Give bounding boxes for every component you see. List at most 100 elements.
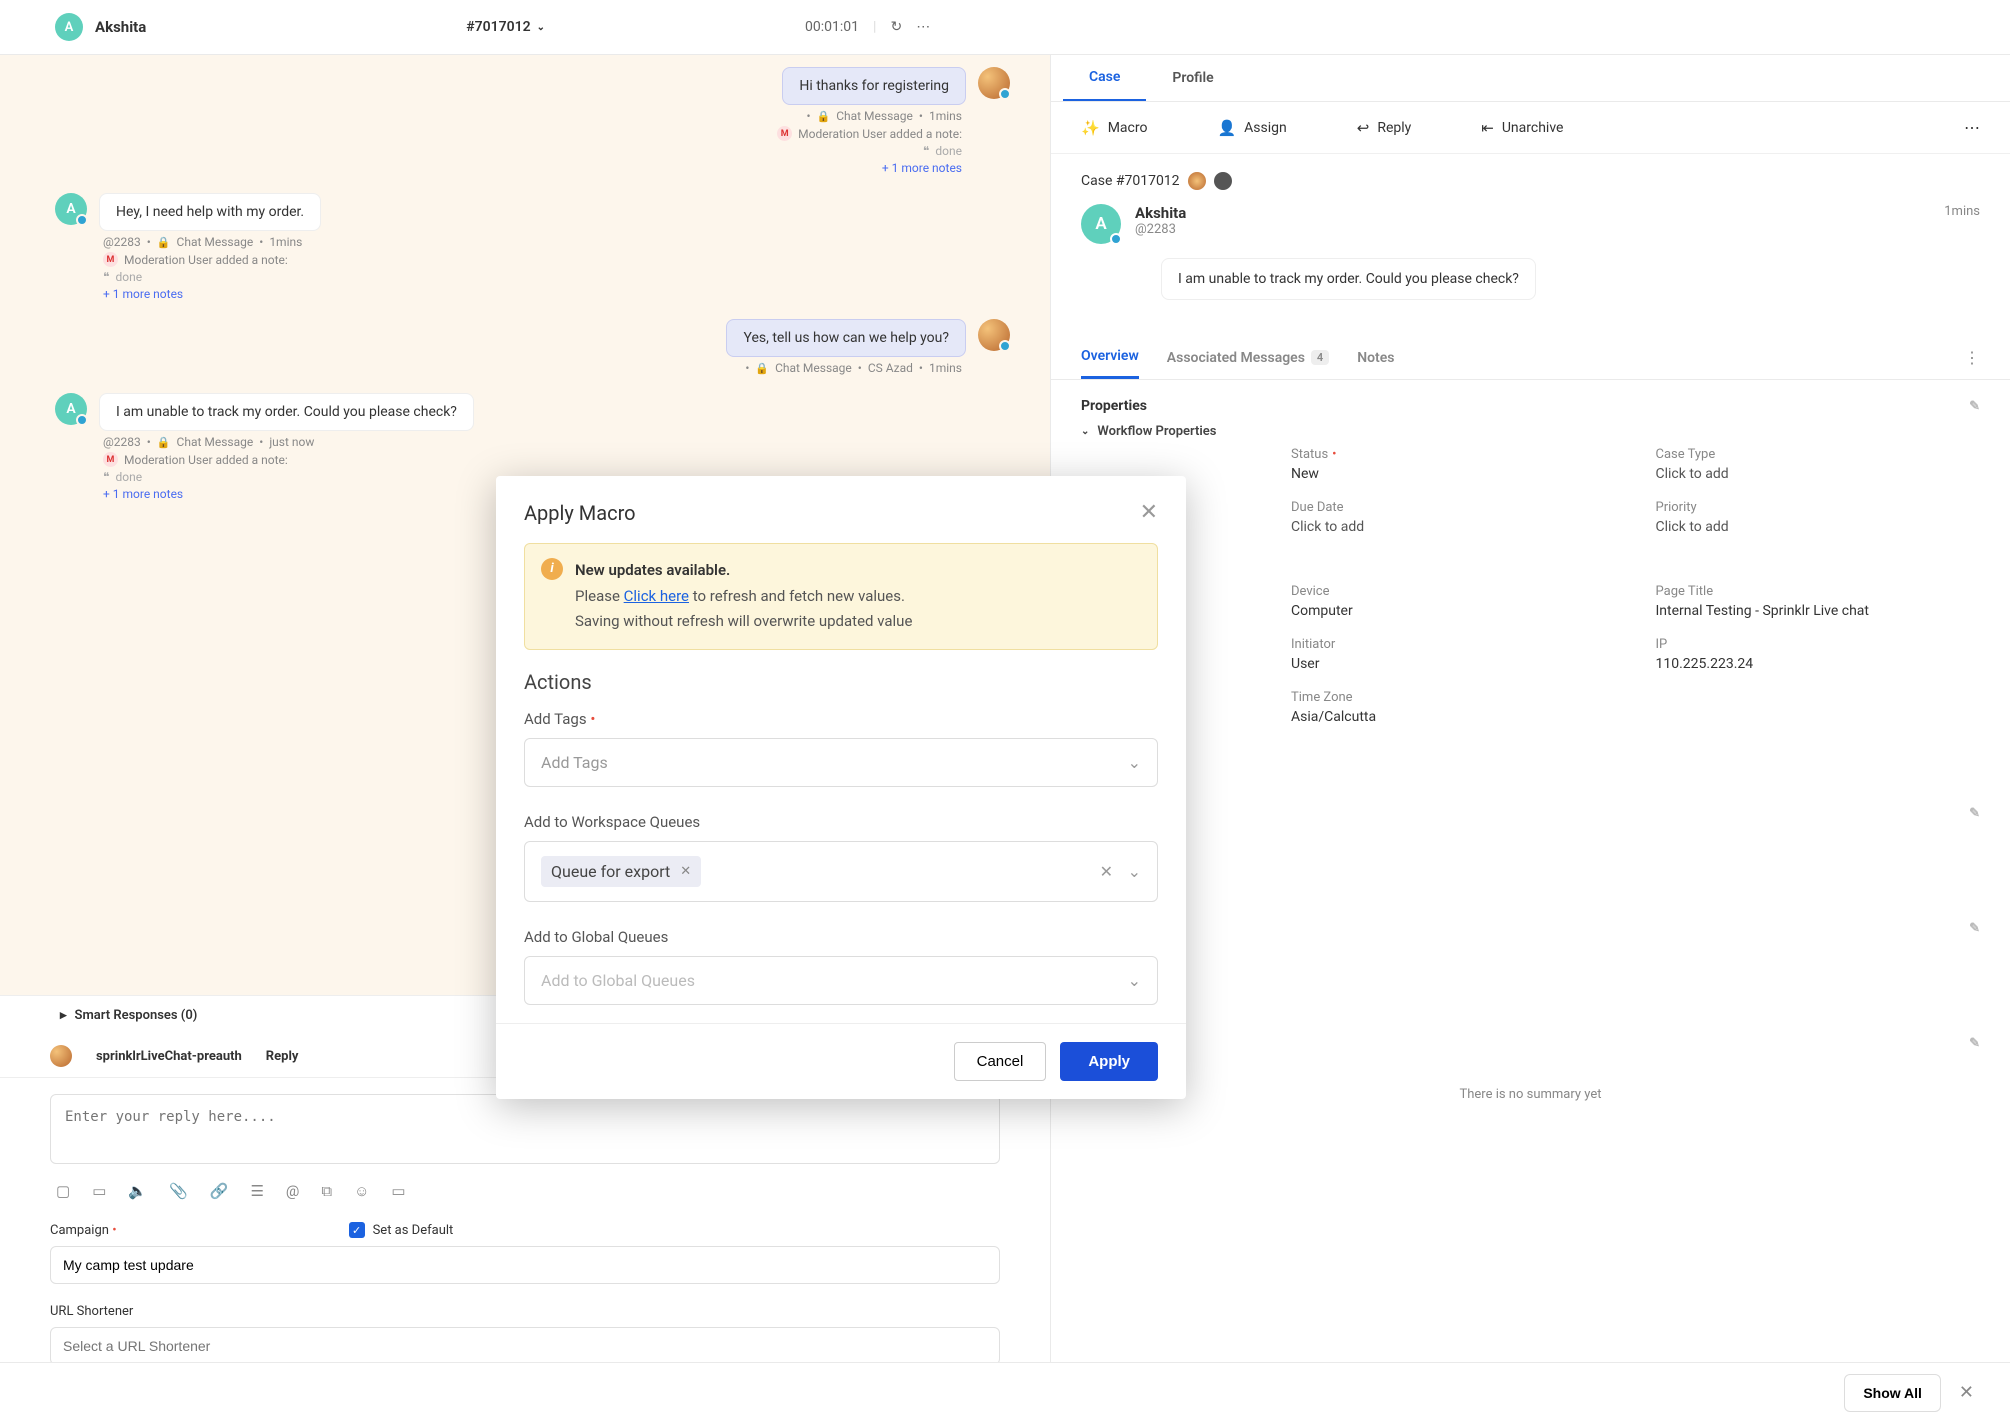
case-number-dropdown[interactable]: #7017012 ⌄ — [466, 19, 545, 35]
meta-type: Chat Message — [177, 235, 254, 249]
initiator-label: Initiator — [1291, 637, 1616, 652]
user-name-label: Akshita — [95, 18, 146, 36]
workspace-queues-select[interactable]: Queue for export ✕ ✕ ⌄ — [524, 841, 1158, 902]
no-summary-text: There is no summary yet — [1051, 1079, 2010, 1110]
user-avatar[interactable]: A — [55, 13, 83, 41]
status-value[interactable]: New — [1291, 466, 1616, 482]
unarchive-icon: ⇤ — [1481, 119, 1494, 137]
case-number-text: #7017012 — [466, 19, 530, 35]
add-tags-select[interactable]: Add Tags ⌄ — [524, 738, 1158, 787]
meta-type: Chat Message — [775, 361, 852, 375]
edit-icon[interactable]: ✎ — [1969, 806, 1980, 821]
more-icon[interactable]: ⋯ — [916, 19, 930, 35]
unarchive-button[interactable]: ⇤Unarchive — [1481, 119, 1563, 137]
set-default-checkbox[interactable]: ✓ — [349, 1222, 365, 1238]
lock-icon: 🔒 — [755, 362, 769, 375]
device-label: Device — [1291, 584, 1616, 599]
audio-icon[interactable]: 🔈 — [128, 1182, 147, 1200]
casetype-label: Case Type — [1656, 447, 1981, 462]
bullet: • — [259, 435, 263, 449]
assign-button[interactable]: 👤Assign — [1217, 119, 1286, 137]
chevron-down-icon: ⌄ — [1128, 862, 1141, 881]
customer-avatar[interactable]: A — [55, 393, 87, 425]
customer-name: Akshita — [1135, 204, 1186, 222]
info-icon: i — [541, 558, 563, 580]
emoji-icon[interactable]: ☺ — [354, 1182, 369, 1200]
meta-type: Chat Message — [177, 435, 254, 449]
refresh-link[interactable]: Click here — [624, 587, 689, 605]
reply-tab[interactable]: Reply — [266, 1049, 299, 1064]
meta-time: just now — [269, 435, 314, 449]
quote-icon: ❝ — [923, 144, 929, 158]
form-icon[interactable]: ☰ — [250, 1182, 263, 1200]
canned-icon[interactable]: ▭ — [391, 1182, 405, 1200]
chip-remove-icon[interactable]: ✕ — [680, 864, 691, 879]
participant-avatar[interactable] — [1188, 172, 1206, 190]
tab-notes[interactable]: Notes — [1357, 338, 1394, 378]
edit-icon[interactable]: ✎ — [1969, 921, 1980, 936]
edit-icon[interactable]: ✎ — [1969, 399, 1980, 414]
more-actions-icon[interactable]: ⋯ — [1964, 118, 1980, 137]
custom-properties-toggle[interactable]: om Properties — [1081, 561, 1980, 576]
customer-avatar[interactable]: A — [55, 193, 87, 225]
close-icon[interactable]: ✕ — [1959, 1382, 1974, 1403]
more-notes-link[interactable]: + 1 more notes — [103, 487, 183, 501]
reply-input[interactable] — [50, 1094, 1000, 1164]
bullet: • — [858, 361, 862, 375]
tab-overview[interactable]: Overview — [1081, 336, 1139, 379]
duedate-value[interactable]: Click to add — [1291, 519, 1616, 535]
bullet: • — [919, 361, 923, 375]
pagetitle-label: Page Title — [1656, 584, 1981, 599]
tab-associated-messages[interactable]: Associated Messages 4 — [1167, 338, 1329, 378]
video-icon[interactable]: ▭ — [92, 1182, 106, 1200]
tabs-more-icon[interactable]: ⋮ — [1964, 336, 1980, 379]
chevron-down-icon: ⌄ — [1128, 753, 1141, 772]
meta-type: Chat Message — [836, 109, 913, 123]
global-queues-select[interactable]: Add to Global Queues ⌄ — [524, 956, 1158, 1005]
tab-case[interactable]: Case — [1063, 55, 1146, 101]
agent-avatar[interactable] — [978, 319, 1010, 351]
refresh-icon[interactable]: ↻ — [890, 19, 902, 35]
campaign-input[interactable] — [50, 1246, 1000, 1284]
pagetitle-value: Internal Testing - Sprinklr Live chat — [1656, 603, 1981, 619]
apply-button[interactable]: Apply — [1060, 1042, 1158, 1081]
required-star-icon: • — [112, 1223, 116, 1238]
more-notes-link[interactable]: + 1 more notes — [882, 161, 962, 175]
update-alert: i New updates available. Please Click he… — [524, 543, 1158, 650]
participant-avatar[interactable] — [1214, 172, 1232, 190]
close-icon[interactable]: ✕ — [1140, 500, 1158, 525]
priority-value[interactable]: Click to add — [1656, 519, 1981, 535]
url-shortener-select[interactable] — [50, 1327, 1000, 1365]
lock-icon: 🔒 — [157, 236, 171, 249]
attachment-icon[interactable]: 📎 — [169, 1182, 188, 1200]
casetype-value[interactable]: Click to add — [1656, 466, 1981, 482]
image-icon[interactable]: ▢ — [56, 1182, 70, 1200]
reply-button[interactable]: ↩Reply — [1357, 119, 1412, 137]
workspace-queues-label: Add to Workspace Queues — [524, 813, 1158, 831]
customer-avatar-large[interactable]: A — [1081, 204, 1121, 244]
clear-icon[interactable]: ✕ — [1100, 862, 1113, 881]
actions-heading: Actions — [524, 670, 1158, 694]
cancel-button[interactable]: Cancel — [954, 1042, 1047, 1081]
macro-button[interactable]: ✨Macro — [1081, 119, 1147, 137]
edit-icon[interactable]: ✎ — [1969, 1036, 1980, 1051]
meta-handle: @2283 — [103, 435, 141, 449]
global-queues-label: Add to Global Queues — [524, 928, 1158, 946]
bullet: • — [259, 235, 263, 249]
associated-count-badge: 4 — [1311, 350, 1329, 365]
show-all-button[interactable]: Show All — [1844, 1374, 1941, 1412]
link-icon[interactable]: 🔗 — [210, 1182, 229, 1200]
tab-profile[interactable]: Profile — [1146, 55, 1239, 101]
more-notes-link[interactable]: + 1 more notes — [103, 287, 183, 301]
agent-avatar[interactable] — [978, 67, 1010, 99]
call-timer: 00:01:01 — [805, 19, 859, 35]
required-star-icon: • — [590, 710, 595, 728]
lock-icon: 🔒 — [817, 110, 831, 123]
channel-avatar — [50, 1045, 72, 1067]
alert-text: Please — [575, 587, 624, 605]
template-icon[interactable]: ⧉ — [321, 1182, 332, 1200]
channel-tab[interactable]: sprinklrLiveChat-preauth — [96, 1049, 242, 1064]
at-icon[interactable]: @ — [286, 1182, 299, 1200]
workflow-properties-toggle[interactable]: ⌄ Workflow Properties — [1081, 424, 1980, 439]
ip-value: 110.225.223.24 — [1656, 656, 1981, 672]
